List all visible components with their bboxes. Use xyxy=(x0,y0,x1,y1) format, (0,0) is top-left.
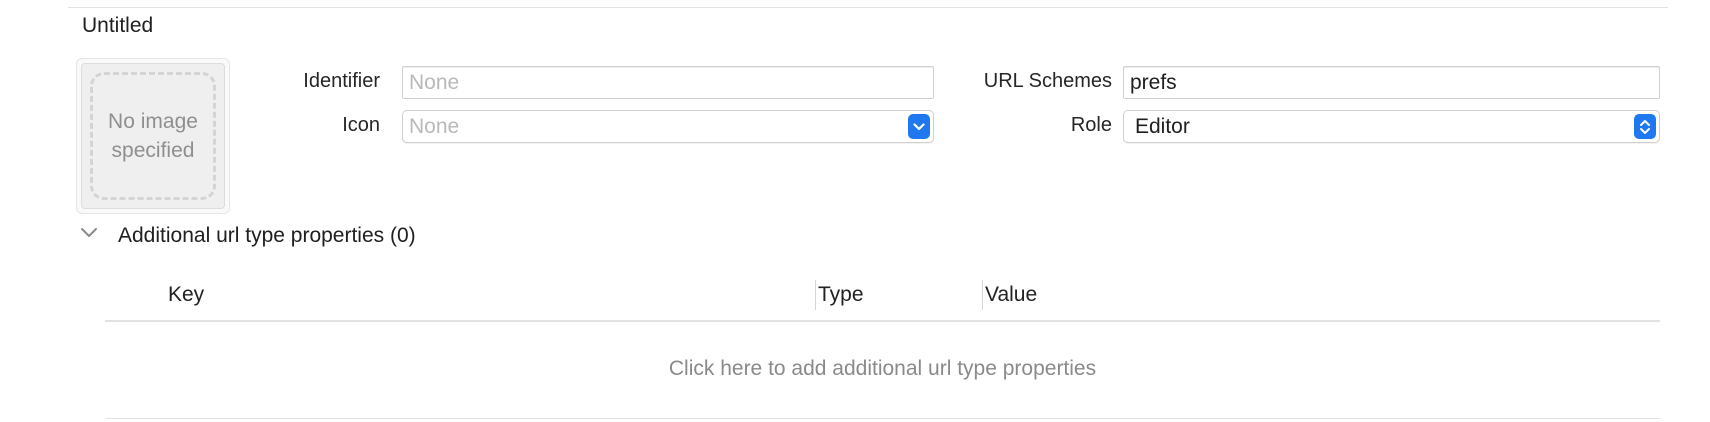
image-placeholder-text: No image specified xyxy=(108,110,198,162)
url-schemes-field[interactable] xyxy=(1123,66,1660,99)
identifier-label: Identifier xyxy=(303,70,380,92)
up-down-chevron-icon xyxy=(1634,114,1656,139)
chevron-down-icon xyxy=(908,114,930,139)
table-header-divider xyxy=(105,320,1660,322)
icon-popup-value: None xyxy=(409,114,460,138)
role-popup[interactable]: Editor xyxy=(1123,110,1660,143)
column-divider[interactable] xyxy=(815,280,816,310)
add-property-hint[interactable]: Click here to add additional url type pr… xyxy=(105,355,1660,383)
chevron-down-icon[interactable] xyxy=(80,226,98,240)
role-popup-value: Editor xyxy=(1135,114,1190,138)
top-divider xyxy=(68,7,1668,8)
role-label: Role xyxy=(1070,114,1112,136)
url-schemes-label: URL Schemes xyxy=(983,70,1112,92)
image-drop-zone: No image specified xyxy=(90,72,216,200)
url-type-title: Untitled xyxy=(82,14,154,37)
additional-properties-disclosure[interactable]: Additional url type properties (0) xyxy=(118,222,416,250)
image-well[interactable]: No image specified xyxy=(76,58,230,214)
column-divider[interactable] xyxy=(982,280,983,310)
column-header-type[interactable]: Type xyxy=(818,282,864,308)
image-well-frame: No image specified xyxy=(81,63,225,209)
identifier-field[interactable] xyxy=(402,66,934,99)
properties-table-header: Key Type Value xyxy=(105,267,1660,321)
column-header-value[interactable]: Value xyxy=(985,282,1037,308)
icon-popup[interactable]: None xyxy=(402,110,934,143)
icon-label: Icon xyxy=(342,114,380,136)
table-bottom-divider xyxy=(105,418,1660,419)
column-header-key[interactable]: Key xyxy=(168,282,204,308)
